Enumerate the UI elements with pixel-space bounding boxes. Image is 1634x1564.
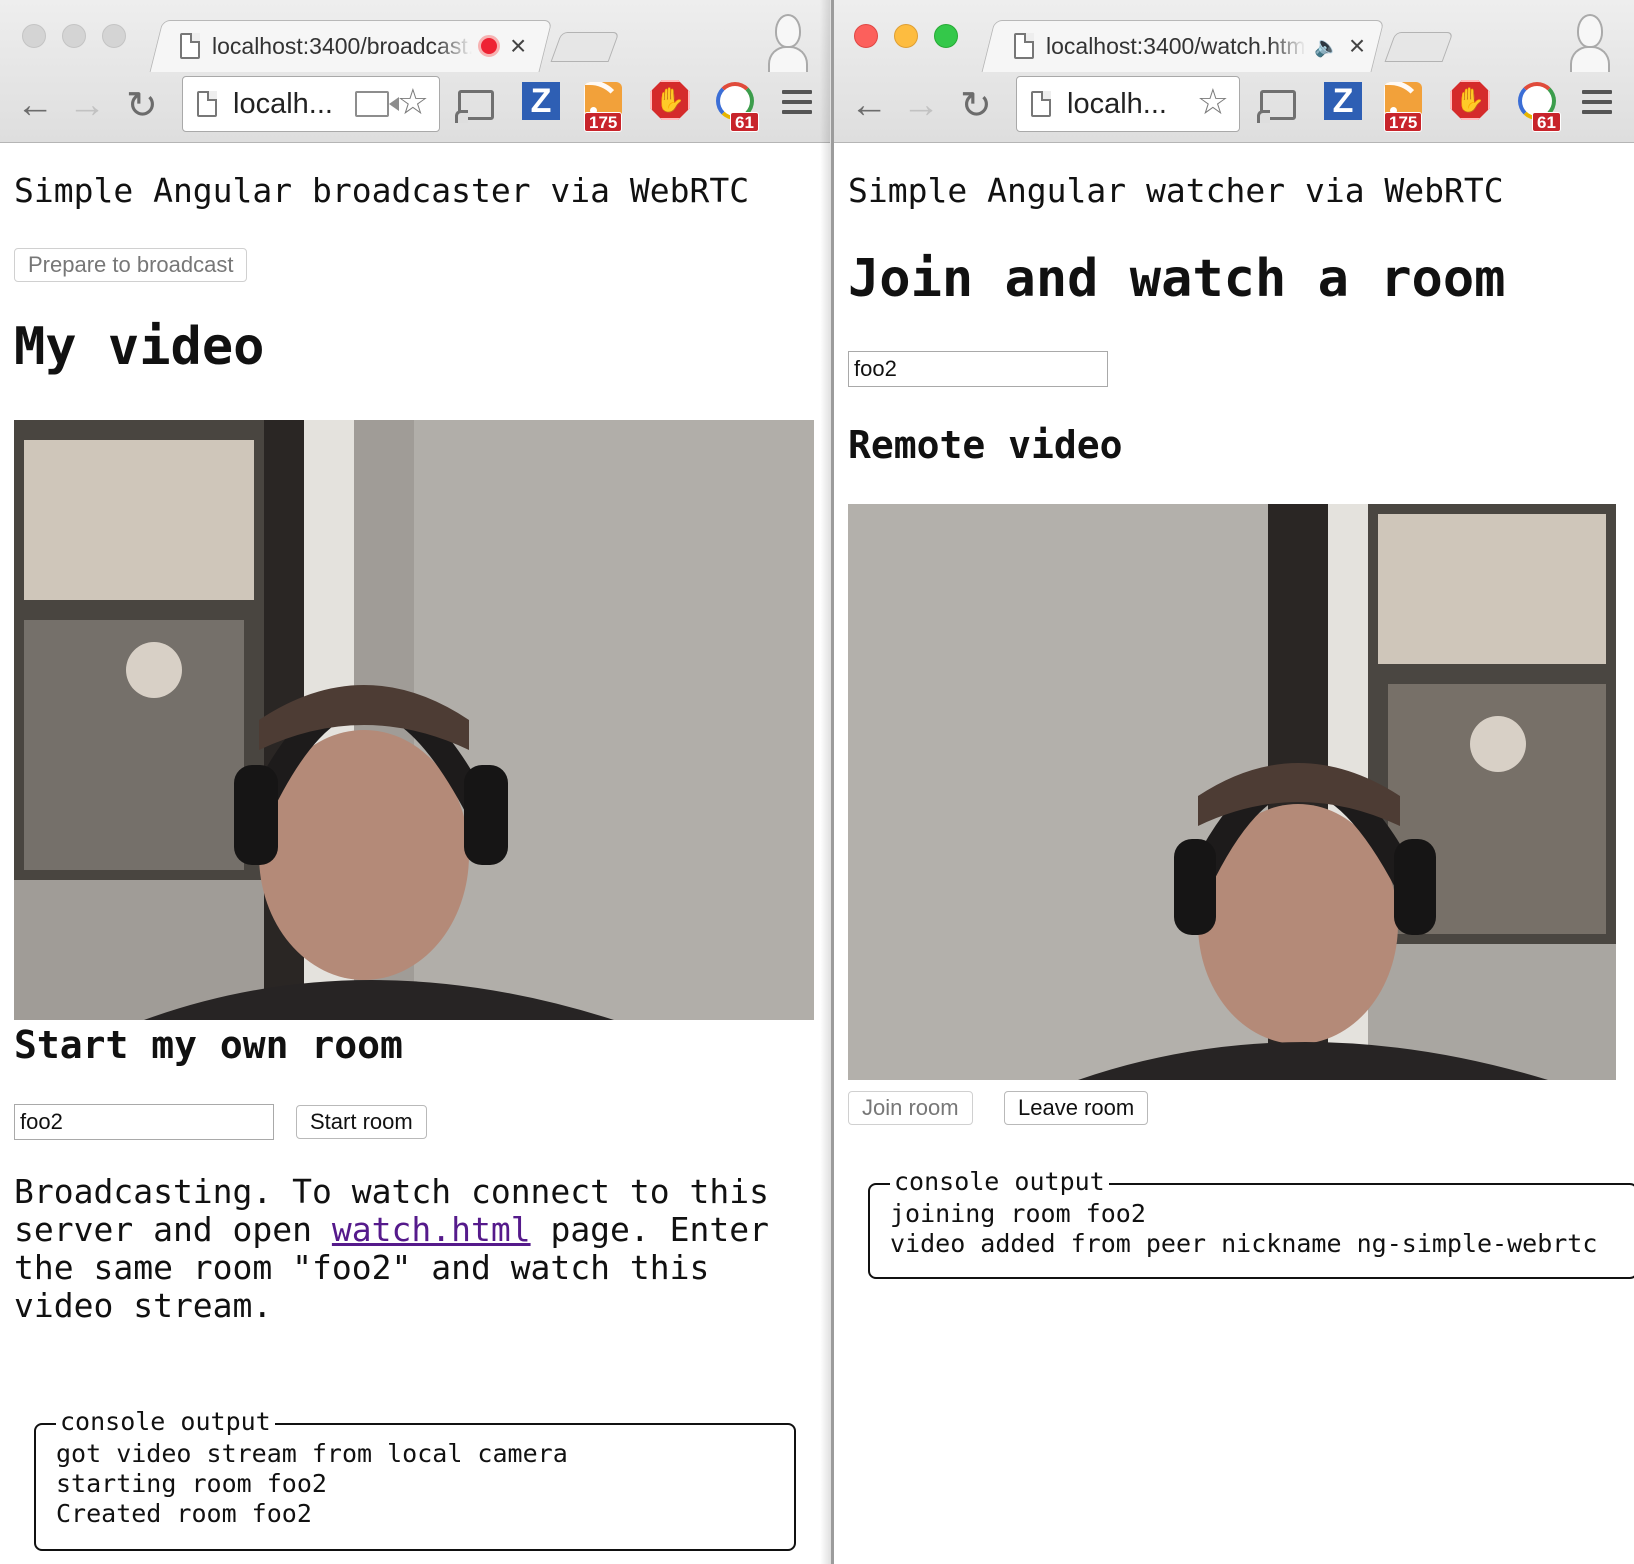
bookmark-star-icon[interactable]: ☆ [397,81,429,123]
recording-dot-icon [478,35,500,57]
watch-link[interactable]: watch.html [332,1210,531,1249]
console-line: got video stream from local camera [56,1439,568,1468]
remote-video-heading: Remote video [848,423,1123,467]
tab-title: localhost:3400/watch.html [1046,32,1306,59]
start-room-heading: Start my own room [14,1023,403,1067]
browser-chrome: localhost:3400/broadcast.html × ← → ↻ lo… [0,0,830,143]
page-icon [180,33,200,59]
bookmark-star-icon[interactable]: ☆ [1197,81,1229,123]
leave-room-button[interactable]: Leave room [1004,1091,1149,1125]
maximize-window-button[interactable] [934,24,958,48]
tab-watch-content[interactable]: localhost:3400/watch.html 🔈 × [1014,28,1365,64]
local-video [14,420,814,1020]
page-icon [1031,91,1051,117]
broadcast-instructions: Broadcasting. To watch connect to this s… [14,1173,814,1325]
url-text: localh... [233,87,333,120]
join-heading: Join and watch a room [848,249,1506,309]
reload-icon[interactable]: ↻ [960,80,992,130]
forward-arrow-icon[interactable]: → [68,80,106,130]
url-text: localh... [1067,87,1167,120]
browser-chrome: localhost:3400/watch.html 🔈 × ← → ↻ loca… [834,0,1634,143]
minimize-window-button[interactable] [894,24,918,48]
z-extension-icon[interactable]: Z [1324,82,1362,120]
close-window-button[interactable] [854,24,878,48]
adblock-hand-icon[interactable]: ✋ [650,80,690,120]
rss-count-badge: 175 [584,112,623,132]
gauge-count-badge: 61 [730,112,759,132]
console-output: console output got video stream from loc… [34,1407,796,1551]
profile-icon[interactable] [1570,12,1610,72]
tab-broadcast-content[interactable]: localhost:3400/broadcast.html × [180,28,526,64]
back-arrow-icon[interactable]: ← [16,80,54,130]
console-line: starting room foo2 [56,1469,327,1498]
console-output: console output joining room foo2 video a… [868,1167,1634,1279]
new-tab-button[interactable] [1384,32,1454,62]
broadcaster-window: localhost:3400/broadcast.html × ← → ↻ lo… [0,0,830,1564]
gauge-count-badge: 61 [1532,112,1561,132]
start-room-button[interactable]: Start room [296,1105,427,1139]
adblock-hand-icon[interactable]: ✋ [1450,80,1490,120]
z-extension-icon[interactable]: Z [522,82,560,120]
forward-arrow-icon[interactable]: → [902,80,940,130]
watcher-window: localhost:3400/watch.html 🔈 × ← → ↻ loca… [834,0,1634,1564]
remote-video [848,504,1616,1080]
my-video-heading: My video [14,317,265,377]
back-arrow-icon[interactable]: ← [850,80,888,130]
page-icon [197,91,217,117]
webcam-frame-local [14,420,814,1020]
camera-icon[interactable] [355,91,399,117]
page-icon [1014,33,1034,59]
speaker-icon: 🔈 [1314,35,1339,58]
console-line: video added from peer nickname ng-simple… [890,1229,1598,1258]
close-icon[interactable]: × [1349,32,1365,60]
console-legend: console output [56,1407,275,1436]
hamburger-menu-icon[interactable] [782,90,812,114]
cast-icon[interactable] [455,90,494,123]
omnibox[interactable]: localh... ☆ [1016,76,1240,132]
omnibox[interactable]: localh... ☆ [182,76,440,132]
maximize-window-button[interactable] [102,24,126,48]
rss-count-badge: 175 [1384,112,1423,132]
cast-icon[interactable] [1257,90,1296,123]
webcam-frame-remote [848,504,1616,1080]
join-room-button[interactable]: Join room [848,1091,973,1125]
room-input[interactable]: foo2 [848,351,1108,387]
room-input[interactable]: foo2 [14,1104,274,1140]
console-legend: console output [890,1167,1109,1196]
tab-title: localhost:3400/broadcast.html [212,32,472,59]
hamburger-menu-icon[interactable] [1582,90,1612,114]
minimize-window-button[interactable] [62,24,86,48]
page-title: Simple Angular watcher via WebRTC [848,171,1504,210]
reload-icon[interactable]: ↻ [126,80,158,130]
console-line: Created room foo2 [56,1499,312,1528]
close-window-button[interactable] [22,24,46,48]
new-tab-button[interactable] [550,32,620,62]
profile-icon[interactable] [768,12,808,72]
page-title: Simple Angular broadcaster via WebRTC [14,171,750,210]
console-line: joining room foo2 [890,1199,1146,1228]
prepare-broadcast-button[interactable]: Prepare to broadcast [14,248,248,282]
close-icon[interactable]: × [510,32,526,60]
